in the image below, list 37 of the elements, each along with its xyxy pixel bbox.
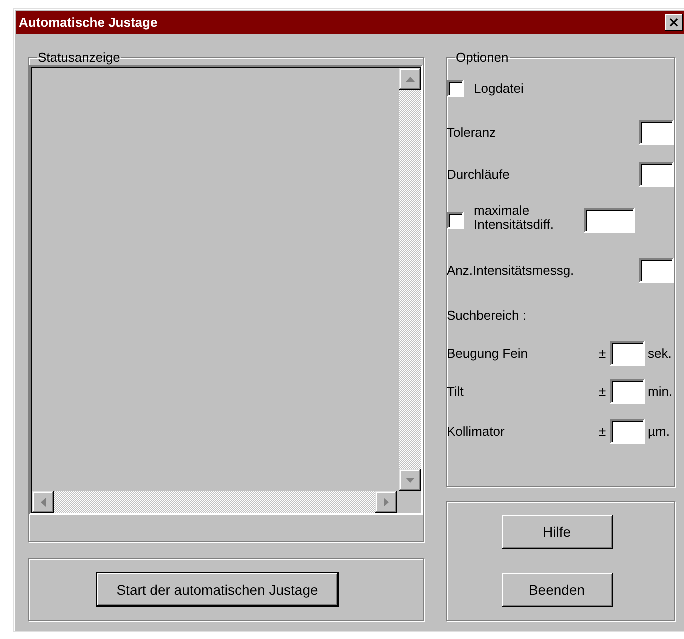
window-title: Automatische Justage (19, 15, 159, 30)
vertical-scrollbar[interactable] (399, 68, 421, 491)
horizontal-scrollbar[interactable] (32, 491, 397, 513)
dialog-button[interactable]: Beenden (502, 573, 612, 607)
unit-label: min. (648, 384, 674, 399)
option-label: Kollimator (447, 424, 506, 438)
option-label: Anz.Intensitätsmessg. (447, 263, 576, 278)
unit-label: µm. (648, 424, 671, 438)
option-label: Logdatei (474, 81, 525, 96)
input-field[interactable] (639, 258, 674, 283)
checkbox[interactable] (447, 80, 464, 97)
group-label: Optionen (455, 50, 510, 65)
option-label: Toleranz (447, 125, 498, 140)
start-button[interactable]: Start der automatischen Justage (97, 573, 338, 606)
input-field[interactable] (639, 120, 674, 145)
scroll-left-icon[interactable] (32, 491, 54, 513)
input-field[interactable] (639, 162, 674, 186)
option-label: Tilt (447, 384, 465, 399)
scroll-down-icon[interactable] (399, 469, 421, 491)
input-field[interactable] (610, 379, 645, 404)
plus-minus-sign: ± (599, 346, 608, 361)
scroll-right-icon[interactable] (375, 491, 397, 513)
dialog-button[interactable]: Hilfe (502, 515, 612, 549)
unit-label: sek. (648, 346, 673, 361)
close-button[interactable]: × (665, 14, 683, 31)
input-field[interactable] (610, 341, 645, 366)
option-label: Durchläufe (447, 166, 511, 182)
group-label: Statusanzeige (37, 50, 122, 65)
plus-minus-sign: ± (599, 424, 608, 438)
checkbox[interactable] (447, 212, 464, 229)
plus-minus-sign: ± (599, 384, 608, 399)
input-field[interactable] (584, 208, 635, 233)
section-label: Suchbereich : (447, 308, 528, 322)
option-label: Beugung Fein (447, 346, 529, 361)
option-label: maximale Intensitätsdiff. (474, 204, 555, 232)
input-field[interactable] (610, 418, 645, 444)
scroll-up-icon[interactable] (399, 68, 421, 90)
